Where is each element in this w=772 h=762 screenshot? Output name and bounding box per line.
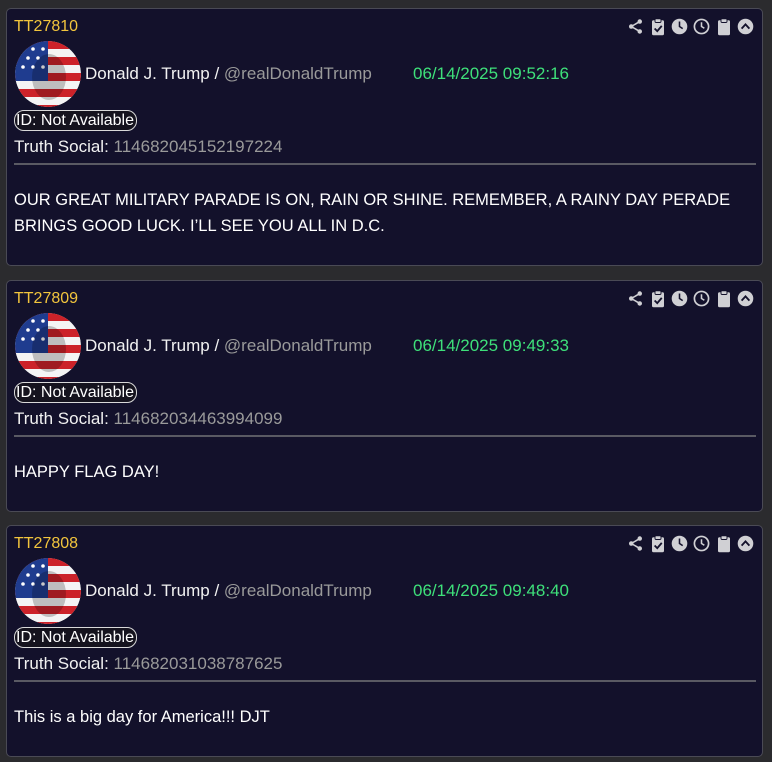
truth-social-id: Truth Social: 114682031038787625	[14, 654, 282, 674]
truth-social-id: Truth Social: 114682034463994099	[14, 409, 282, 429]
post-toolbar	[626, 17, 755, 36]
source-number[interactable]: 114682031038787625	[114, 654, 283, 673]
author-handle[interactable]: @realDonaldTrump	[224, 581, 372, 600]
source-number[interactable]: 114682045152197224	[114, 137, 283, 156]
id-badge: ID: Not Available	[14, 382, 137, 403]
avatar	[15, 558, 81, 624]
id-badge: ID: Not Available	[14, 627, 137, 648]
chevron-up-circle-icon[interactable]	[736, 289, 755, 308]
author-name: Donald J. Trump	[85, 581, 210, 600]
clipboard-icon[interactable]	[714, 289, 733, 308]
author-separator: /	[209, 64, 224, 83]
post-timestamp: 06/14/2025 09:49:33	[413, 336, 569, 355]
clock-outline-icon[interactable]	[692, 17, 711, 36]
post-toolbar	[626, 534, 755, 553]
clock-outline-icon[interactable]	[692, 289, 711, 308]
author: Donald J. Trump / @realDonaldTrump	[85, 64, 372, 84]
share-icon[interactable]	[626, 17, 645, 36]
post-card: TT27809 Donald J. Trump / @realDonaldTru…	[6, 280, 763, 512]
post-card: TT27810 Donald J. Trump / @realDonaldTru…	[6, 8, 763, 266]
post-id[interactable]: TT27808	[14, 535, 78, 553]
source-label: Truth Social:	[14, 654, 114, 673]
clock-filled-icon[interactable]	[670, 17, 689, 36]
post-timestamp: 06/14/2025 09:48:40	[413, 581, 569, 600]
post-text: HAPPY FLAG DAY!	[14, 463, 160, 481]
source-number[interactable]: 114682034463994099	[114, 409, 283, 428]
clock-filled-icon[interactable]	[670, 289, 689, 308]
share-icon[interactable]	[626, 289, 645, 308]
divider	[14, 435, 756, 437]
author-name: Donald J. Trump	[85, 64, 210, 83]
post-text: This is a big day for America!!! DJT	[14, 708, 270, 726]
post-id[interactable]: TT27809	[14, 290, 78, 308]
source-label: Truth Social:	[14, 137, 114, 156]
divider	[14, 163, 756, 165]
truth-social-id: Truth Social: 114682045152197224	[14, 137, 282, 157]
clipboard-icon[interactable]	[714, 534, 733, 553]
post-text: OUR GREAT MILITARY PARADE IS ON, RAIN OR…	[14, 191, 731, 235]
author-name: Donald J. Trump	[85, 336, 210, 355]
post-card: TT27808 Donald J. Trump / @realDonaldTru…	[6, 525, 763, 757]
post-toolbar	[626, 289, 755, 308]
author-handle[interactable]: @realDonaldTrump	[224, 64, 372, 83]
clock-filled-icon[interactable]	[670, 534, 689, 553]
author: Donald J. Trump / @realDonaldTrump	[85, 336, 372, 356]
clipboard-check-icon[interactable]	[648, 534, 667, 553]
post-timestamp: 06/14/2025 09:52:16	[413, 64, 569, 83]
author-separator: /	[209, 336, 224, 355]
chevron-up-circle-icon[interactable]	[736, 17, 755, 36]
clock-outline-icon[interactable]	[692, 534, 711, 553]
clipboard-check-icon[interactable]	[648, 289, 667, 308]
divider	[14, 680, 756, 682]
post-id[interactable]: TT27810	[14, 18, 78, 36]
share-icon[interactable]	[626, 534, 645, 553]
source-label: Truth Social:	[14, 409, 114, 428]
clipboard-icon[interactable]	[714, 17, 733, 36]
author-separator: /	[209, 581, 224, 600]
id-badge: ID: Not Available	[14, 110, 137, 131]
clipboard-check-icon[interactable]	[648, 17, 667, 36]
author-handle[interactable]: @realDonaldTrump	[224, 336, 372, 355]
chevron-up-circle-icon[interactable]	[736, 534, 755, 553]
author: Donald J. Trump / @realDonaldTrump	[85, 581, 372, 601]
avatar	[15, 313, 81, 379]
avatar	[15, 41, 81, 107]
